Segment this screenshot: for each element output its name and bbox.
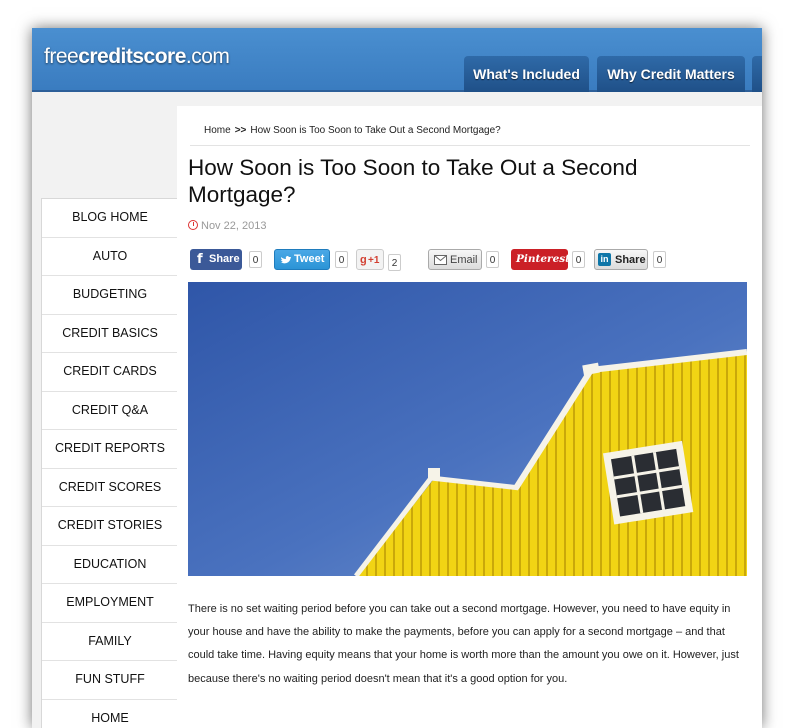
gplus-button[interactable]: g +1	[356, 249, 384, 270]
email-share-count: 0	[486, 251, 499, 268]
clock-icon	[188, 220, 198, 230]
linkedin-share-button[interactable]: in Share	[594, 249, 648, 270]
gplus-count: 2	[388, 254, 401, 271]
sidebar-item-credit-reports[interactable]: CREDIT REPORTS	[42, 430, 178, 469]
sidebar-item-employment[interactable]: EMPLOYMENT	[42, 584, 178, 623]
sidebar-item-credit-cards[interactable]: CREDIT CARDS	[42, 353, 178, 392]
nav-tab-more[interactable]	[752, 56, 762, 92]
twitter-tweet-button[interactable]: Tweet	[274, 249, 330, 270]
email-share-button[interactable]: Email	[428, 249, 482, 270]
twitter-tweet-count: 0	[335, 251, 348, 268]
breadcrumb-current: How Soon is Too Soon to Take Out a Secon…	[250, 125, 500, 136]
site-logo[interactable]: freecreditscore.com	[44, 45, 229, 69]
nav-tab-why-credit-matters[interactable]: Why Credit Matters	[597, 56, 745, 92]
linkedin-share-count: 0	[653, 251, 666, 268]
pinterest-button[interactable]: Pinterest	[511, 249, 568, 270]
article-hero-image	[188, 282, 747, 576]
linkedin-icon: in	[598, 253, 611, 266]
sidebar-item-home[interactable]: HOME	[42, 700, 178, 728]
divider	[190, 145, 750, 146]
twitter-bird-icon	[280, 255, 292, 265]
envelope-icon	[434, 255, 447, 265]
gplus-icon: g	[360, 250, 367, 271]
sidebar-item-education[interactable]: EDUCATION	[42, 546, 178, 585]
sidebar-item-budgeting[interactable]: BUDGETING	[42, 276, 178, 315]
breadcrumb-home-link[interactable]: Home	[204, 125, 231, 136]
facebook-share-button[interactable]: f Share	[190, 249, 242, 270]
facebook-icon: f	[197, 249, 203, 270]
category-sidebar: BLOG HOME AUTO BUDGETING CREDIT BASICS C…	[41, 198, 179, 728]
sidebar-item-credit-stories[interactable]: CREDIT STORIES	[42, 507, 178, 546]
sidebar-item-auto[interactable]: AUTO	[42, 238, 178, 277]
sidebar-item-credit-qa[interactable]: CREDIT Q&A	[42, 392, 178, 431]
article-panel: Home>>How Soon is Too Soon to Take Out a…	[177, 106, 762, 728]
sidebar-item-blog-home[interactable]: BLOG HOME	[42, 199, 178, 238]
browser-window: freecreditscore.com What's Included Why …	[32, 28, 762, 728]
pinterest-count: 0	[572, 251, 585, 268]
article-title: How Soon is Too Soon to Take Out a Secon…	[188, 154, 708, 208]
sidebar-item-fun-stuff[interactable]: FUN STUFF	[42, 661, 178, 700]
sidebar-item-family[interactable]: FAMILY	[42, 623, 178, 662]
site-header: freecreditscore.com What's Included Why …	[32, 28, 762, 92]
nav-tab-whats-included[interactable]: What's Included	[464, 56, 589, 92]
sidebar-item-credit-scores[interactable]: CREDIT SCORES	[42, 469, 178, 508]
article-body: There is no set waiting period before yo…	[188, 598, 743, 691]
breadcrumb-separator: >>	[235, 125, 247, 136]
sidebar-item-credit-basics[interactable]: CREDIT BASICS	[42, 315, 178, 354]
breadcrumb: Home >>How Soon is Too Soon to Take Out a…	[204, 125, 501, 136]
facebook-share-count: 0	[249, 251, 262, 268]
article-date: Nov 22, 2013	[188, 219, 266, 232]
